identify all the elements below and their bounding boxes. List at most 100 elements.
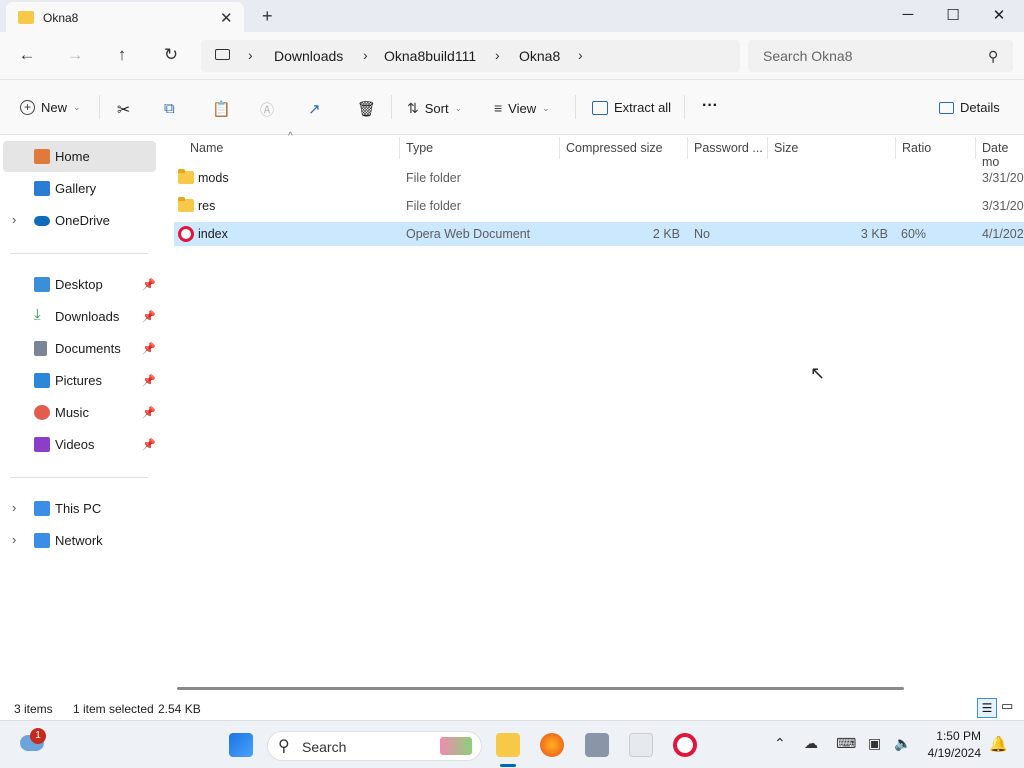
view-button[interactable]: ≡ View ⌄ — [494, 100, 550, 116]
crumb-okna8build111[interactable]: Okna8build111 — [384, 48, 476, 64]
file-size: 3 KB — [860, 227, 888, 241]
column-ratio[interactable]: Ratio — [902, 141, 931, 163]
taskbar-search[interactable]: ⚲ Search — [267, 731, 482, 761]
start-windows-icon[interactable] — [229, 733, 253, 757]
column-name[interactable]: Name — [190, 141, 223, 163]
sidebar-item-label: Home — [55, 149, 90, 164]
file-row-mods[interactable]: mods File folder 3/31/202 — [174, 166, 1024, 190]
pin-icon[interactable]: 📌 — [142, 310, 156, 323]
column-divider[interactable] — [975, 137, 976, 159]
column-divider[interactable] — [895, 137, 896, 159]
pictures-icon — [34, 373, 50, 388]
onedrive-icon[interactable]: ☁ — [804, 735, 818, 752]
app-icon[interactable] — [629, 733, 653, 757]
file-type: File folder — [406, 171, 461, 185]
chevron-right-icon[interactable]: › — [12, 532, 16, 547]
tab-okna8[interactable]: Okna8 ✕ — [6, 2, 244, 32]
new-button[interactable]: + New ⌄ — [20, 100, 81, 115]
divider — [684, 95, 685, 119]
search-input[interactable]: Search Okna8 ⚲ — [748, 40, 1013, 72]
column-date-modified[interactable]: Date mo — [982, 141, 1024, 169]
pin-icon[interactable]: 📌 — [142, 374, 156, 387]
sidebar-item-desktop[interactable]: Desktop 📌 — [3, 269, 156, 300]
crumb-downloads[interactable]: Downloads — [274, 48, 343, 64]
close-window-button[interactable]: ✕ — [984, 6, 1014, 24]
column-compressed-size[interactable]: Compressed size — [566, 141, 663, 163]
column-type[interactable]: Type — [406, 141, 433, 163]
sidebar-item-music[interactable]: Music 📌 — [3, 397, 156, 428]
paste-icon[interactable]: 📋 — [212, 100, 231, 118]
pin-icon[interactable]: 📌 — [142, 406, 156, 419]
music-icon — [34, 405, 50, 420]
sidebar-item-videos[interactable]: Videos 📌 — [3, 429, 156, 460]
more-options-icon[interactable]: ··· — [702, 97, 718, 115]
firefox-icon[interactable] — [540, 733, 564, 757]
cut-icon[interactable]: ✂ — [117, 100, 130, 120]
sidebar-item-this-pc[interactable]: › This PC — [3, 493, 156, 524]
crumb-okna8[interactable]: Okna8 — [519, 48, 560, 64]
maximize-button[interactable]: ☐ — [938, 6, 968, 24]
active-indicator — [500, 764, 516, 767]
pin-icon[interactable]: 📌 — [142, 342, 156, 355]
extract-all-button[interactable]: Extract all — [592, 100, 671, 115]
sort-button[interactable]: ⇅ Sort ⌄ — [407, 100, 462, 117]
pin-icon[interactable]: 📌 — [142, 278, 156, 291]
chevron-right-icon: › — [363, 47, 368, 63]
download-icon: ⤓ — [34, 306, 41, 323]
clock-time[interactable]: 1:50 PM — [936, 729, 981, 743]
column-divider[interactable] — [767, 137, 768, 159]
notification-bell-icon[interactable]: 🔔 — [989, 735, 1008, 753]
pc-icon — [34, 501, 50, 516]
file-compressed-size: 2 KB — [652, 227, 680, 241]
close-tab-icon[interactable]: ✕ — [220, 9, 233, 27]
delete-icon[interactable]: 🗑 — [357, 100, 376, 118]
tiles-view-icon[interactable]: ▭ — [1001, 698, 1013, 714]
file-row-index[interactable]: index Opera Web Document 2 KB No 3 KB 60… — [174, 222, 1024, 246]
chevron-up-icon[interactable]: ⌃ — [774, 735, 786, 752]
refresh-button[interactable]: ↻ — [159, 45, 183, 67]
up-button[interactable]: ↑ — [110, 45, 134, 67]
horizontal-scrollbar[interactable] — [177, 687, 904, 690]
forward-button[interactable]: → — [63, 45, 87, 67]
rename-icon[interactable]: Ⓐ — [260, 100, 274, 120]
sidebar-item-onedrive[interactable]: › OneDrive — [3, 205, 156, 236]
taskbar-search-label: Search — [302, 739, 347, 755]
opera-icon — [178, 226, 194, 242]
sidebar-item-documents[interactable]: Documents 📌 — [3, 333, 156, 364]
chevron-right-icon[interactable]: › — [12, 212, 16, 227]
back-button[interactable]: ← — [15, 45, 39, 67]
file-row-res[interactable]: res File folder 3/31/202 — [174, 194, 1024, 218]
minimize-button[interactable]: ─ — [893, 6, 923, 23]
keyboard-icon[interactable]: ⌨ — [836, 735, 856, 752]
weather-badge: 1 — [30, 728, 46, 744]
sidebar-item-downloads[interactable]: ⤓ Downloads 📌 — [3, 301, 156, 332]
column-divider[interactable] — [687, 137, 688, 159]
folder-icon — [178, 169, 194, 184]
breadcrumb[interactable]: › Downloads › Okna8build111 › Okna8 › — [201, 40, 740, 72]
volume-icon[interactable]: 🔈 — [894, 735, 911, 752]
network-status-icon[interactable]: ▣ — [868, 735, 881, 752]
sidebar-item-pictures[interactable]: Pictures 📌 — [3, 365, 156, 396]
clock-date[interactable]: 4/19/2024 — [928, 746, 981, 760]
app-icon[interactable] — [585, 733, 609, 757]
column-size[interactable]: Size — [774, 141, 798, 163]
sidebar-item-home[interactable]: Home — [3, 141, 156, 172]
column-divider[interactable] — [399, 137, 400, 159]
share-icon[interactable]: ↗ — [308, 100, 321, 118]
sidebar-item-gallery[interactable]: Gallery — [3, 173, 156, 204]
videos-icon — [34, 437, 50, 452]
chevron-right-icon[interactable]: › — [12, 500, 16, 515]
copy-icon[interactable]: ⧉ — [164, 100, 175, 117]
file-explorer-icon[interactable] — [496, 733, 520, 757]
new-tab-button[interactable]: + — [262, 6, 273, 27]
opera-icon[interactable] — [673, 733, 697, 757]
divider — [575, 95, 576, 119]
file-date: 3/31/202 — [982, 199, 1024, 213]
chevron-right-icon[interactable]: › — [578, 47, 583, 63]
column-password[interactable]: Password ... — [694, 141, 763, 163]
sidebar-item-network[interactable]: › Network — [3, 525, 156, 556]
column-divider[interactable] — [559, 137, 560, 159]
details-view-icon[interactable]: ☰ — [977, 698, 997, 718]
pin-icon[interactable]: 📌 — [142, 438, 156, 451]
details-button[interactable]: Details — [939, 100, 1000, 115]
